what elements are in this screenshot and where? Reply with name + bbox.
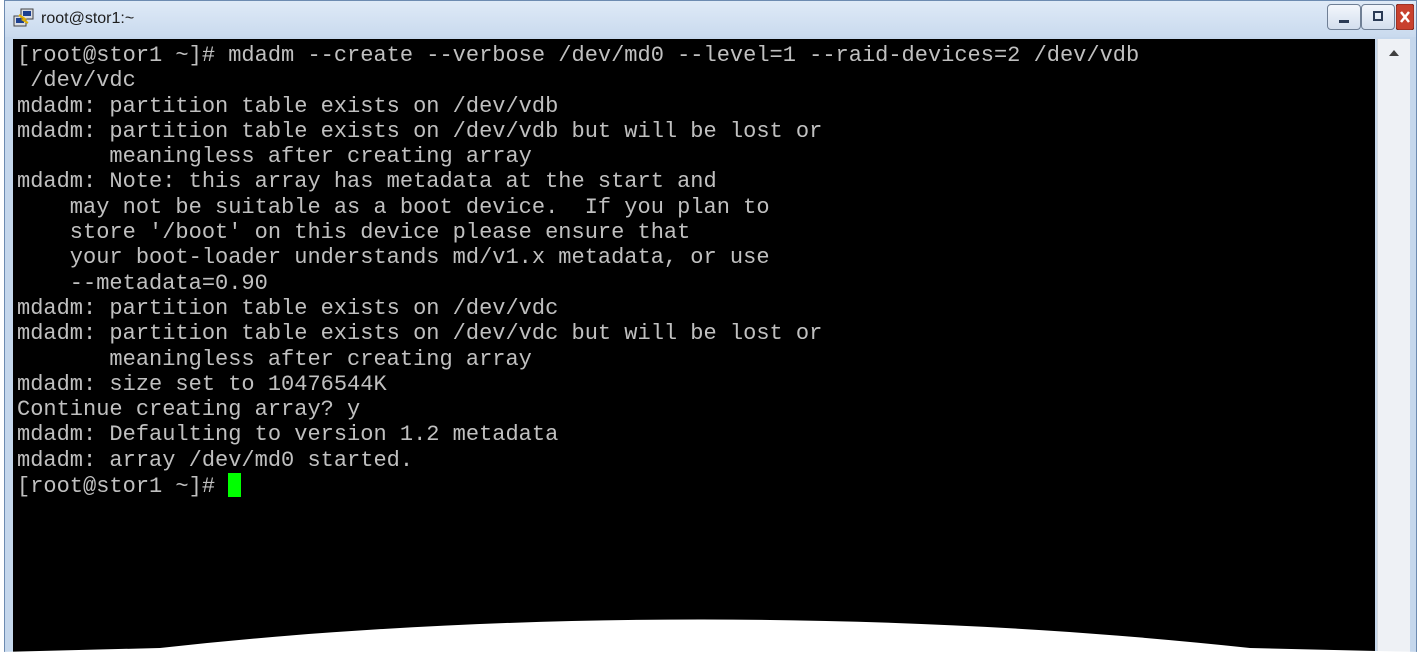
putty-icon[interactable] bbox=[13, 8, 35, 28]
terminal-window: root@stor1:~ [root@stor1 ~]# mdadm --cre… bbox=[4, 0, 1417, 652]
output-line: may not be suitable as a boot device. If… bbox=[17, 194, 770, 220]
title-bar[interactable]: root@stor1:~ bbox=[5, 1, 1416, 37]
output-line: Continue creating array? y bbox=[17, 397, 361, 423]
output-line: mdadm: partition table exists on /dev/vd… bbox=[17, 295, 559, 321]
terminal-text: [root@stor1 ~]# mdadm --create --verbose… bbox=[13, 39, 1375, 499]
shell-prompt: [root@stor1 ~]# bbox=[17, 474, 229, 500]
output-line: [root@stor1 ~]# mdadm --create --verbose… bbox=[17, 43, 1140, 68]
output-line: mdadm: size set to 10476544K bbox=[17, 371, 387, 397]
output-line: store '/boot' on this device please ensu… bbox=[17, 220, 691, 246]
scroll-up-arrow-icon[interactable] bbox=[1378, 39, 1410, 67]
maximize-icon bbox=[1373, 11, 1383, 21]
text-cursor bbox=[228, 473, 242, 498]
minimize-icon bbox=[1339, 20, 1349, 23]
output-line: mdadm: partition table exists on /dev/vd… bbox=[17, 93, 559, 119]
output-line: --metadata=0.90 bbox=[17, 270, 268, 296]
output-line: meaningless after creating array bbox=[17, 144, 532, 170]
output-line: your boot-loader understands md/v1.x met… bbox=[17, 245, 770, 271]
minimize-button[interactable] bbox=[1327, 4, 1361, 30]
output-line: meaningless after creating array bbox=[17, 346, 532, 372]
output-line: mdadm: Note: this array has metadata at … bbox=[17, 169, 717, 195]
output-line: mdadm: Defaulting to version 1.2 metadat… bbox=[17, 422, 559, 448]
bottom-edge-decoration bbox=[0, 619, 1421, 660]
window-title: root@stor1:~ bbox=[41, 10, 135, 27]
output-line: mdadm: partition table exists on /dev/vd… bbox=[17, 118, 823, 144]
close-button[interactable] bbox=[1396, 4, 1414, 30]
output-line: mdadm: partition table exists on /dev/vd… bbox=[17, 321, 823, 347]
output-line: mdadm: array /dev/md0 started. bbox=[17, 447, 414, 473]
terminal-output[interactable]: [root@stor1 ~]# mdadm --create --verbose… bbox=[13, 39, 1375, 652]
maximize-button[interactable] bbox=[1361, 4, 1395, 30]
vertical-scrollbar[interactable] bbox=[1377, 39, 1410, 652]
output-line: /dev/vdc bbox=[17, 68, 136, 94]
